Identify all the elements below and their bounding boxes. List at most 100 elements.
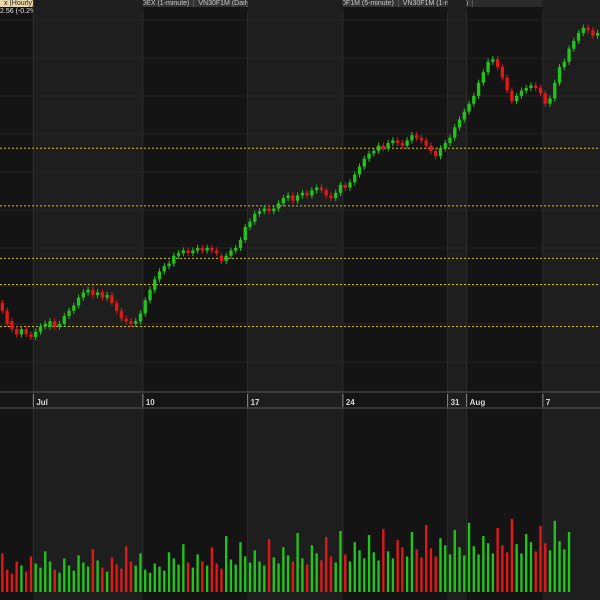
candle-body xyxy=(534,85,538,88)
candle-body xyxy=(572,40,576,49)
candle-body xyxy=(472,95,476,104)
candle-body xyxy=(10,321,14,330)
candle-body xyxy=(38,326,43,332)
volume-bar xyxy=(501,545,504,592)
volume-bar xyxy=(158,566,161,592)
candle-body xyxy=(329,195,333,199)
candle-body xyxy=(386,143,390,149)
volume-bar xyxy=(267,539,271,592)
volume-bar xyxy=(120,568,123,592)
candle-body xyxy=(200,247,205,251)
volume-bar xyxy=(353,542,356,592)
candle-body xyxy=(567,48,571,62)
x-tick-label: 10 xyxy=(146,398,155,407)
volume-bar xyxy=(29,556,33,592)
candle-body xyxy=(457,119,462,128)
candle-body xyxy=(491,59,495,62)
volume-bar xyxy=(201,561,204,592)
candle-body xyxy=(86,289,90,293)
session-band xyxy=(542,0,600,600)
candle-body xyxy=(186,250,190,254)
volume-bar xyxy=(139,553,142,592)
volume-bar xyxy=(482,536,485,592)
candle-body xyxy=(519,90,524,96)
candle-body xyxy=(134,321,138,324)
candle-body xyxy=(53,321,57,327)
candle-body xyxy=(81,292,85,298)
volume-bar xyxy=(177,564,180,592)
volume-bar xyxy=(539,525,542,592)
candle-body xyxy=(172,255,176,264)
session-band xyxy=(33,0,143,600)
candle-body xyxy=(510,90,514,102)
volume-bar xyxy=(310,545,314,592)
candle-body xyxy=(215,250,219,254)
candle-body xyxy=(162,266,166,272)
candle-body xyxy=(353,174,357,183)
volume-bar xyxy=(5,569,9,592)
x-tick-label: Jul xyxy=(36,398,48,407)
volume-bar xyxy=(410,532,414,592)
volume-bar xyxy=(96,560,99,592)
volume-bar xyxy=(229,559,233,592)
volume-bar xyxy=(15,561,18,592)
volume-bar xyxy=(220,568,223,592)
volume-bar xyxy=(10,573,14,592)
candle-body xyxy=(276,203,281,209)
candle-body xyxy=(238,240,243,248)
candle-body xyxy=(72,305,76,311)
volume-bar xyxy=(91,549,95,592)
volume-bar xyxy=(505,552,509,592)
candlestick-chart[interactable]: Jul 10 17 24 31 Aug 7 xyxy=(0,0,600,600)
volume-bar xyxy=(163,570,166,592)
candle-body xyxy=(453,127,457,138)
candle-body xyxy=(305,192,309,196)
candle-body xyxy=(176,253,181,256)
candle-body xyxy=(581,27,585,33)
candle-body xyxy=(529,85,533,88)
candle-body xyxy=(481,72,485,83)
volume-bar xyxy=(439,538,442,592)
x-tick-label: 7 xyxy=(546,398,551,407)
candle-body xyxy=(515,95,519,102)
candle-body xyxy=(5,310,9,324)
candle-body xyxy=(181,250,185,254)
volume-bar xyxy=(110,557,114,592)
candle-body xyxy=(253,213,257,222)
candle-body xyxy=(115,302,119,311)
candle-body xyxy=(505,77,509,91)
volume-bar xyxy=(253,550,256,592)
candle-body xyxy=(295,195,300,201)
volume-bar xyxy=(53,569,56,592)
candle-body xyxy=(405,140,409,146)
volume-bar xyxy=(272,557,275,592)
volume-bar xyxy=(115,564,118,592)
candle-body xyxy=(29,334,33,337)
candle-body xyxy=(243,226,247,240)
candle-body xyxy=(157,271,162,280)
volume-bar xyxy=(405,556,409,592)
candle-body xyxy=(257,211,262,214)
candle-body xyxy=(110,295,114,303)
volume-bar xyxy=(186,562,190,592)
candle-body xyxy=(495,59,500,68)
candle-body xyxy=(415,135,419,138)
candle-body xyxy=(119,310,124,319)
volume-bar xyxy=(386,551,390,592)
candle-body xyxy=(524,88,528,91)
candle-body xyxy=(324,190,328,196)
candle-body xyxy=(362,158,366,167)
candle-body xyxy=(586,27,590,31)
volume-bar xyxy=(434,556,437,592)
candle-body xyxy=(319,187,324,191)
volume-bar xyxy=(382,528,385,592)
volume-bar xyxy=(425,524,428,592)
candle-body xyxy=(48,321,52,327)
candle-body xyxy=(429,145,433,151)
volume-bar xyxy=(377,560,380,592)
candle-body xyxy=(424,140,428,146)
candle-body xyxy=(143,300,147,314)
volume-bar xyxy=(548,550,552,592)
candle-body xyxy=(248,221,252,227)
volume-bar xyxy=(144,569,147,592)
